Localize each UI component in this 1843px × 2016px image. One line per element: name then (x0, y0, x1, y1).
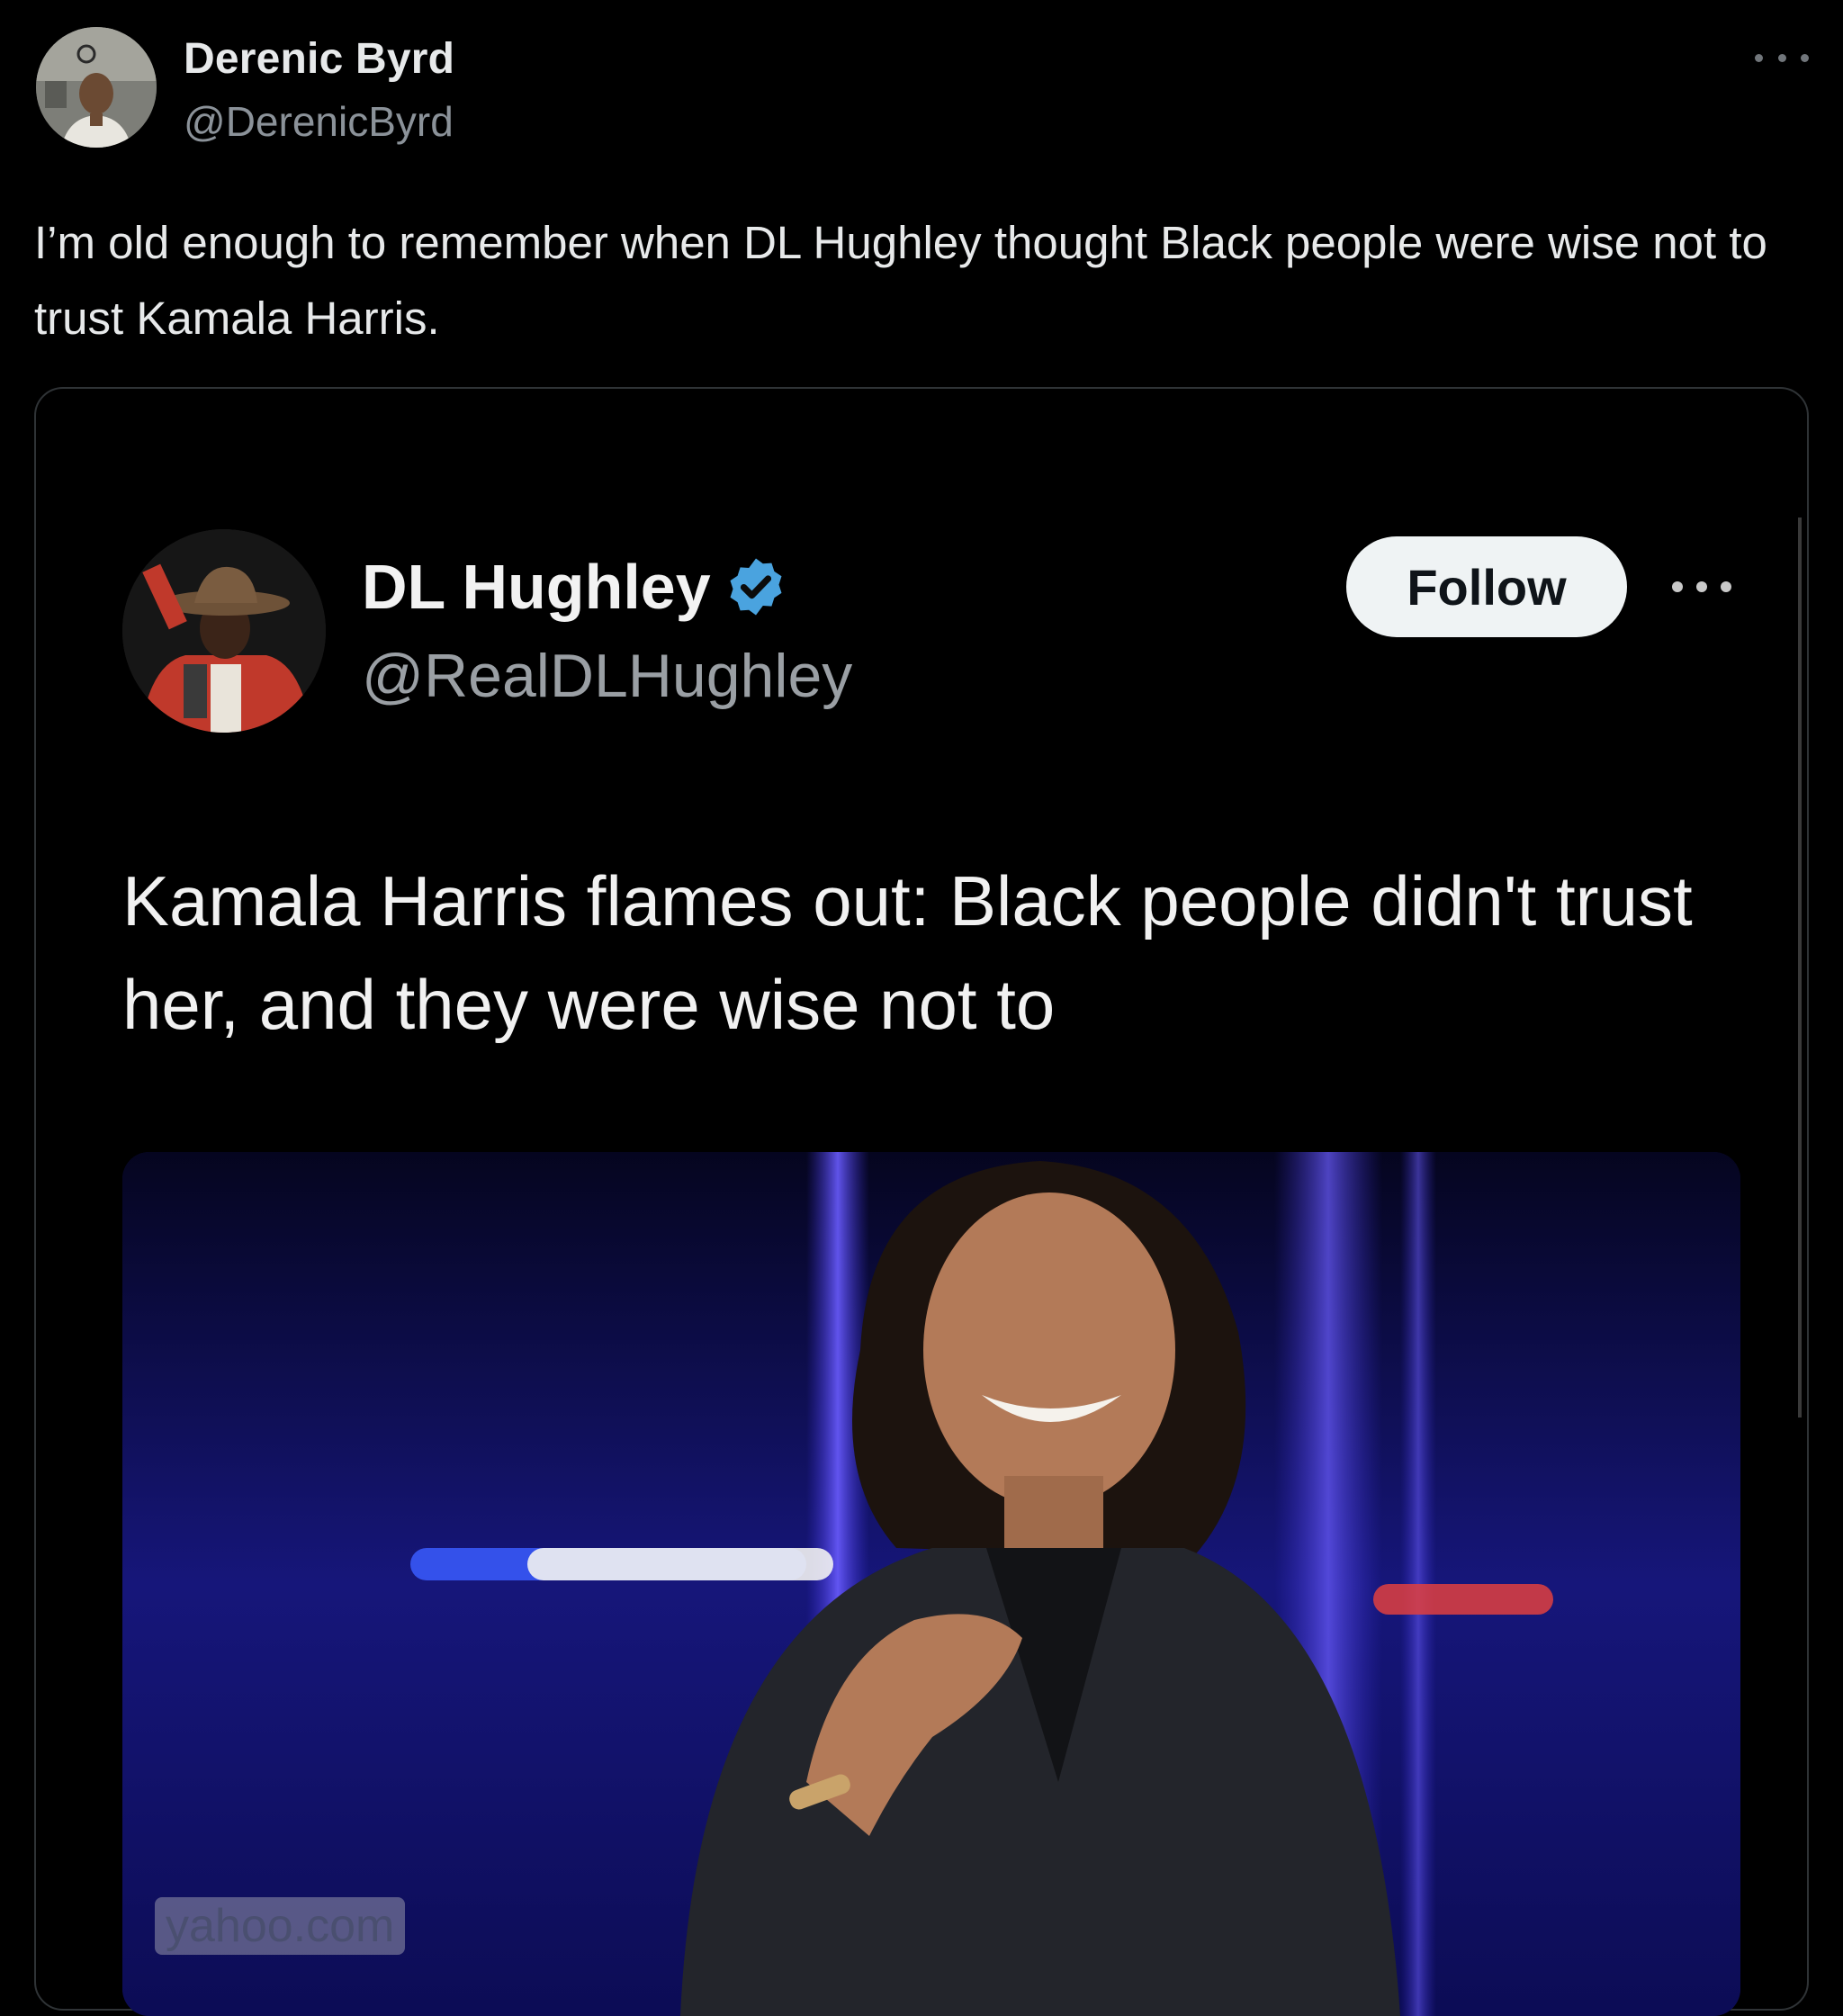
embedded-more-options-icon (1672, 580, 1731, 594)
author-name[interactable]: Derenic Byrd (184, 34, 454, 84)
author-avatar[interactable] (36, 27, 157, 148)
image-watermark: yahoo.com (155, 1897, 406, 1955)
embedded-author-handle: @RealDLHughley (362, 642, 853, 710)
embedded-tweet-text: Kamala Harris flames out: Black people d… (122, 861, 1693, 1044)
embedded-author-name: DL Hughley (362, 552, 711, 622)
more-options-icon[interactable] (1755, 49, 1809, 67)
media-card-edge (1798, 518, 1802, 1418)
author-handle[interactable]: @DerenicByrd (184, 97, 454, 146)
embedded-photo (122, 1152, 1740, 2016)
follow-button: Follow (1346, 536, 1627, 637)
verified-badge-icon (730, 558, 782, 616)
tweet-text: I’m old enough to remember when DL Hughl… (34, 217, 1767, 344)
embedded-author-avatar (122, 529, 326, 733)
